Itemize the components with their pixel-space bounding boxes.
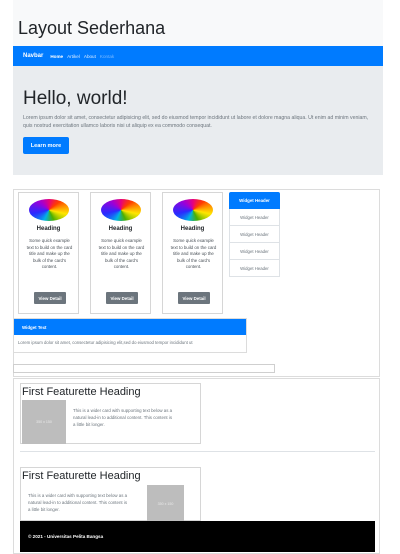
divider: [20, 451, 375, 452]
widget-list-item[interactable]: Widget Header: [229, 209, 280, 226]
widget-list: Widget Header Widget Header Widget Heade…: [229, 192, 280, 277]
card: Heading Some quick example text to build…: [162, 192, 223, 314]
widget-header: Widget Header: [229, 192, 280, 209]
empty-text-field[interactable]: [13, 364, 275, 373]
view-detail-button[interactable]: View Detail: [178, 292, 210, 304]
featurette-heading: First Featurette Heading: [22, 470, 141, 482]
nav-link-kontak[interactable]: Kontak: [100, 54, 114, 59]
card-title: Heading: [108, 226, 133, 232]
page-header: Layout Sederhana: [13, 0, 383, 46]
nav-link-home[interactable]: Home: [50, 54, 63, 59]
card-text: Some quick example text to build on the …: [98, 238, 145, 270]
jumbotron: Hello, world! Lorem ipsum dolor sit amet…: [13, 66, 383, 175]
widget-text-body: Lorem ipsum dolor sit amet, consectetur …: [18, 340, 193, 345]
image-size-label: 350 x 150: [36, 420, 52, 424]
card-title: Heading: [36, 226, 61, 232]
card-image: [29, 199, 69, 221]
card: Heading Some quick example text to build…: [18, 192, 79, 314]
navbar-brand[interactable]: Navbar: [23, 53, 43, 59]
card-text: Some quick example text to build on the …: [170, 238, 217, 270]
featurette-text: This is a wider card with supporting tex…: [28, 493, 128, 513]
page-title: Layout Sederhana: [18, 18, 166, 38]
nav-link-about[interactable]: About: [84, 54, 96, 59]
featurette-text: This is a wider card with supporting tex…: [73, 408, 173, 428]
navbar: Navbar Home Artikel About Kontak: [13, 46, 383, 66]
featurette-card: First Featurette Heading This is a wider…: [20, 467, 201, 522]
featurette-image-placeholder: 350 x 150: [22, 400, 66, 444]
featurette-heading: First Featurette Heading: [22, 386, 141, 398]
jumbotron-text: Lorem ipsum dolor sit amet, consectetur …: [23, 115, 369, 129]
footer-text: © 2021 - Universitas Pelita Bangsa: [28, 534, 104, 539]
image-size-label: 350 x 150: [157, 501, 174, 506]
widget-list-item[interactable]: Widget Header: [229, 226, 280, 243]
widget-text-card: Widget Text Lorem ipsum dolor sit amet, …: [13, 318, 247, 353]
view-detail-button[interactable]: View Detail: [106, 292, 138, 304]
widget-text-header: Widget Text: [14, 319, 246, 335]
widget-list-item[interactable]: Widget Header: [229, 243, 280, 260]
card-text: Some quick example text to build on the …: [26, 238, 73, 270]
card-image: [173, 199, 213, 221]
view-detail-button[interactable]: View Detail: [34, 292, 66, 304]
card-title: Heading: [180, 226, 205, 232]
featurette-card: First Featurette Heading 350 x 150 This …: [20, 383, 201, 444]
widget-list-item[interactable]: Widget Header: [229, 260, 280, 277]
nav-link-artikel[interactable]: Artikel: [67, 54, 80, 59]
learn-more-button[interactable]: Learn more: [23, 137, 69, 154]
card: Heading Some quick example text to build…: [90, 192, 151, 314]
footer: © 2021 - Universitas Pelita Bangsa: [20, 521, 375, 552]
jumbotron-heading: Hello, world!: [23, 88, 128, 109]
featurette-image-placeholder: 350 x 150: [147, 485, 184, 522]
card-image: [101, 199, 141, 221]
